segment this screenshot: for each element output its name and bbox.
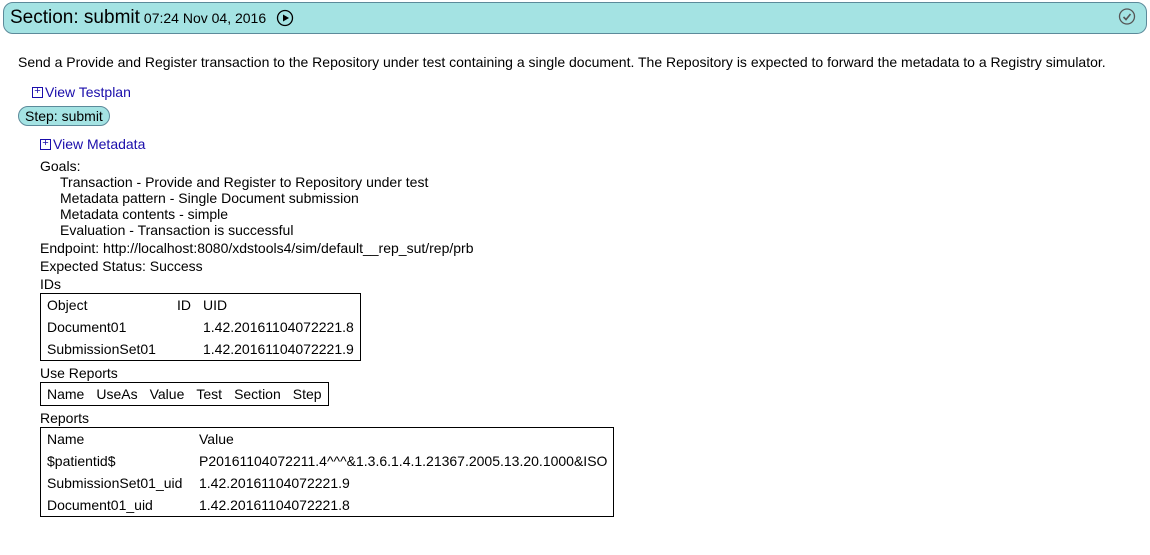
reports-table: Name Value $patientid$ P20161104072211.4… — [40, 427, 614, 517]
col-name: Name — [41, 428, 193, 450]
step-container: Step: submit — [18, 106, 1132, 126]
goals-list: Transaction - Provide and Register to Re… — [40, 174, 1132, 238]
view-metadata-link[interactable]: + View Metadata — [40, 136, 1132, 152]
cell-value: 1.42.20161104072221.9 — [193, 472, 613, 494]
table-row: SubmissionSet01_uid 1.42.20161104072221.… — [41, 472, 613, 494]
cell-name: $patientid$ — [41, 450, 193, 472]
cell-value: 1.42.20161104072221.8 — [193, 494, 613, 516]
section-timestamp: 07:24 Nov 04, 2016 — [144, 10, 266, 26]
col-uid: UID — [197, 294, 360, 316]
col-value: Value — [144, 383, 191, 405]
col-section: Section — [228, 383, 287, 405]
step-pill[interactable]: Step: submit — [18, 106, 110, 126]
col-test: Test — [190, 383, 228, 405]
play-icon[interactable] — [276, 9, 294, 27]
section-header[interactable]: Section: submit 07:24 Nov 04, 2016 — [3, 2, 1147, 34]
view-testplan-link[interactable]: + View Testplan — [18, 84, 1132, 100]
table-header-row: Name Value — [41, 428, 613, 450]
table-header-row: Object ID UID — [41, 294, 360, 316]
table-row: SubmissionSet01 1.42.20161104072221.9 — [41, 338, 360, 360]
cell-object: SubmissionSet01 — [41, 338, 171, 360]
col-id: ID — [171, 294, 197, 316]
col-name: Name — [41, 383, 90, 405]
view-testplan-label: View Testplan — [45, 84, 131, 100]
list-item: Metadata pattern - Single Document submi… — [60, 190, 1132, 206]
list-item: Evaluation - Transaction is successful — [60, 222, 1132, 238]
expected-status-line: Expected Status: Success — [40, 258, 1132, 274]
cell-uid: 1.42.20161104072221.8 — [197, 316, 360, 338]
table-row: Document01 1.42.20161104072221.8 — [41, 316, 360, 338]
table-row: $patientid$ P20161104072211.4^^^&1.3.6.1… — [41, 450, 613, 472]
table-row: Document01_uid 1.42.20161104072221.8 — [41, 494, 613, 516]
list-item: Metadata contents - simple — [60, 206, 1132, 222]
cell-name: SubmissionSet01_uid — [41, 472, 193, 494]
expand-icon: + — [40, 139, 51, 150]
table-header-row: Name UseAs Value Test Section Step — [41, 383, 328, 405]
section-title: Section: submit — [10, 7, 140, 29]
cell-value: P20161104072211.4^^^&1.3.6.1.4.1.21367.2… — [193, 450, 613, 472]
expand-icon: + — [32, 87, 43, 98]
col-value: Value — [193, 428, 613, 450]
step-body: + View Metadata Goals: Transaction - Pro… — [18, 136, 1132, 517]
cell-id — [171, 338, 197, 360]
step-label: Step: submit — [25, 108, 103, 124]
col-useas: UseAs — [90, 383, 143, 405]
status-check-icon — [1118, 8, 1136, 29]
col-step: Step — [287, 383, 328, 405]
cell-id — [171, 316, 197, 338]
cell-object: Document01 — [41, 316, 171, 338]
goals-block: Goals: Transaction - Provide and Registe… — [40, 158, 1132, 238]
use-reports-table: Name UseAs Value Test Section Step — [40, 382, 329, 406]
reports-heading: Reports — [40, 410, 1132, 426]
col-object: Object — [41, 294, 171, 316]
view-metadata-label: View Metadata — [53, 136, 145, 152]
endpoint-line: Endpoint: http://localhost:8080/xdstools… — [40, 240, 1132, 256]
list-item: Transaction - Provide and Register to Re… — [60, 174, 1132, 190]
ids-heading: IDs — [40, 276, 1132, 292]
section-content: Send a Provide and Register transaction … — [0, 36, 1150, 517]
cell-uid: 1.42.20161104072221.9 — [197, 338, 360, 360]
section-description: Send a Provide and Register transaction … — [18, 54, 1132, 70]
use-reports-heading: Use Reports — [40, 365, 1132, 381]
goals-heading: Goals: — [40, 158, 1132, 174]
ids-table: Object ID UID Document01 1.42.2016110407… — [40, 293, 361, 361]
cell-name: Document01_uid — [41, 494, 193, 516]
